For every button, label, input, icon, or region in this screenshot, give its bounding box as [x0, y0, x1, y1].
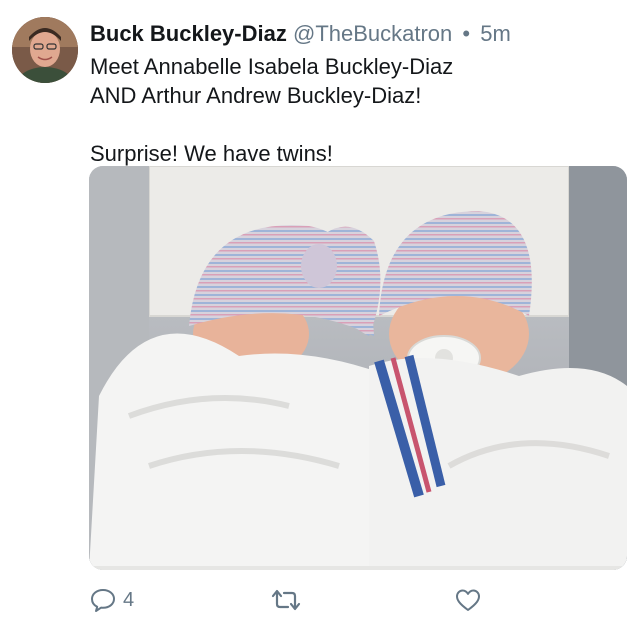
reply-count: 4 [123, 589, 135, 611]
tweet-text-line: AND Arthur Andrew Buckley-Diaz! [90, 83, 422, 108]
reply-button[interactable]: 4 [89, 583, 134, 617]
user-handle[interactable]: @TheBuckatron [293, 21, 452, 46]
tweet-text: Meet Annabelle Isabela Buckley-Diaz AND … [90, 52, 630, 168]
tweet-text-line: Meet Annabelle Isabela Buckley-Diaz [90, 54, 454, 79]
heart-icon [456, 589, 480, 611]
timestamp[interactable]: 5m [480, 21, 511, 46]
tweet-actions: 4 [89, 583, 509, 617]
retweet-button[interactable] [271, 583, 301, 617]
photo-newborn-twins [89, 166, 627, 570]
tweet-header: Buck Buckley-Diaz @TheBuckatron • 5m [90, 20, 511, 48]
avatar-image [12, 17, 78, 83]
display-name[interactable]: Buck Buckley-Diaz [90, 21, 287, 46]
avatar[interactable] [12, 17, 78, 83]
tweet-text-line: Surprise! We have twins! [90, 141, 333, 166]
like-button[interactable] [454, 583, 482, 617]
tweet-photo[interactable] [89, 166, 627, 570]
retweet-icon [271, 589, 301, 611]
reply-icon [91, 589, 115, 612]
separator-dot: • [462, 21, 471, 46]
tweet: Buck Buckley-Diaz @TheBuckatron • 5m Mee… [0, 0, 640, 624]
